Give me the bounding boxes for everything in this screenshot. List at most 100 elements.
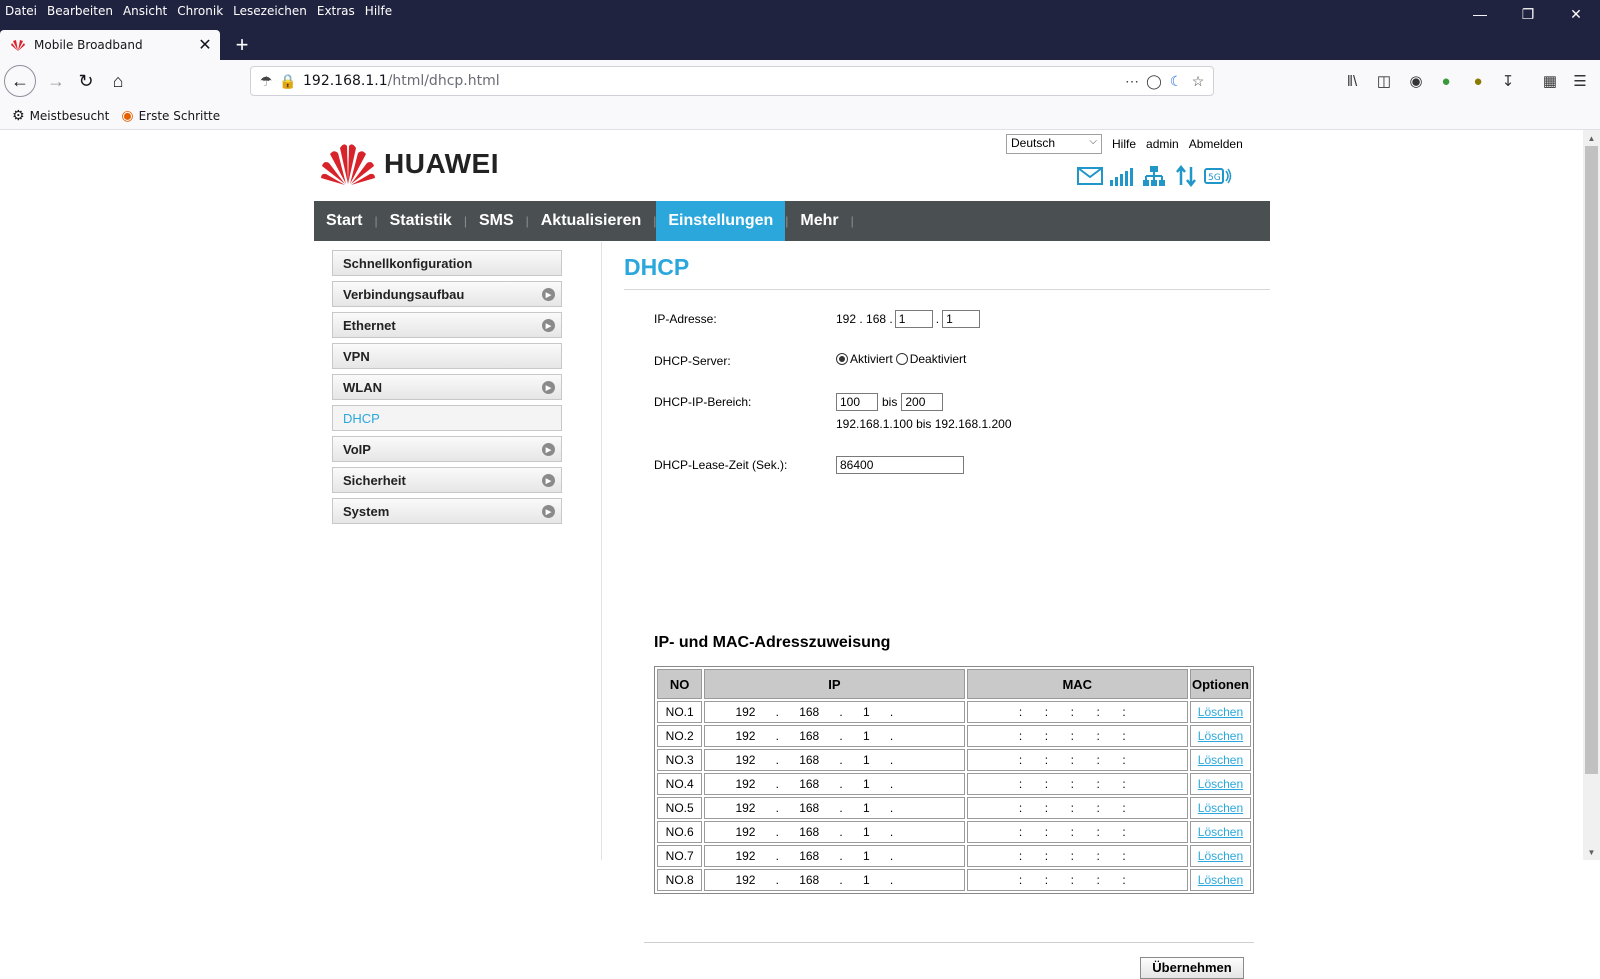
radio-aktiviert[interactable] <box>836 353 848 365</box>
delete-link[interactable]: Löschen <box>1198 705 1243 719</box>
range-start-input[interactable] <box>836 393 878 411</box>
sidebar-item-verbindungsaufbau[interactable]: Verbindungsaufbau ▶ <box>332 281 562 307</box>
hamburger-menu-icon[interactable]: ☰ <box>1568 70 1592 92</box>
menu-lesezeichen[interactable]: Lesezeichen <box>228 0 312 22</box>
ip-third-octet-input[interactable] <box>894 310 933 328</box>
sidebar-item-schnellkonfiguration[interactable]: Schnellkonfiguration <box>332 250 562 276</box>
help-link[interactable]: Hilfe <box>1112 137 1136 151</box>
ip-octet[interactable]: 1 <box>863 849 870 863</box>
downloads-icon[interactable]: ↧ <box>1496 70 1520 92</box>
delete-link[interactable]: Löschen <box>1198 729 1243 743</box>
url-bar[interactable]: ☂ 🔒 192.168.1.1/html/dhcp.html ⋯ ◯ ☾ ☆ <box>250 66 1214 96</box>
ip-octet[interactable] <box>913 825 933 839</box>
sidebar-item-dhcp[interactable]: DHCP <box>332 405 562 431</box>
new-tab-icon[interactable]: + <box>230 32 254 58</box>
delete-link[interactable]: Löschen <box>1198 873 1243 887</box>
radio-deaktiviert[interactable] <box>895 353 908 365</box>
close-tab-icon[interactable]: ✕ <box>194 35 216 55</box>
ip-octet[interactable]: 1 <box>863 801 870 815</box>
ip-octet[interactable]: 168 <box>799 873 819 887</box>
ip-octet[interactable] <box>913 777 933 791</box>
menu-datei[interactable]: Datei <box>0 0 42 22</box>
delete-link[interactable]: Löschen <box>1198 825 1243 839</box>
ip-octet[interactable] <box>913 873 933 887</box>
ip-octet[interactable]: 168 <box>799 705 819 719</box>
ip-octet[interactable]: 192 <box>735 753 755 767</box>
scrollbar-thumb[interactable] <box>1585 146 1598 774</box>
sidebar-item-system[interactable]: System ▶ <box>332 498 562 524</box>
ip-octet[interactable]: 192 <box>735 729 755 743</box>
delete-link[interactable]: Löschen <box>1198 801 1243 815</box>
row-mac[interactable]: ::::: <box>966 749 1188 771</box>
ip-octet[interactable]: 1 <box>863 729 870 743</box>
row-mac[interactable]: ::::: <box>966 725 1188 747</box>
row-mac[interactable]: ::::: <box>966 821 1188 843</box>
menu-ansicht[interactable]: Ansicht <box>118 0 172 22</box>
ip-octet[interactable]: 1 <box>863 705 870 719</box>
ip-octet[interactable]: 192 <box>735 777 755 791</box>
ip-octet[interactable]: 192 <box>735 873 755 887</box>
reload-icon[interactable]: ↻ <box>70 65 102 97</box>
delete-link[interactable]: Löschen <box>1198 753 1243 767</box>
forward-icon[interactable]: → <box>40 65 72 97</box>
account-icon[interactable]: ◉ <box>1404 70 1428 92</box>
ip-octet[interactable]: 168 <box>799 849 819 863</box>
home-icon[interactable]: ⌂ <box>102 65 134 97</box>
bookmark-erste-schritte[interactable]: ◉ Erste Schritte <box>121 108 220 124</box>
ip-octet[interactable]: 192 <box>735 849 755 863</box>
sidebar-item-wlan[interactable]: WLAN ▶ <box>332 374 562 400</box>
addon-warning-icon[interactable]: ● <box>1466 70 1490 92</box>
ip-octet[interactable]: 192 <box>735 705 755 719</box>
ip-octet[interactable]: 168 <box>799 729 819 743</box>
vertical-scrollbar[interactable]: ▲ ▼ <box>1583 130 1600 860</box>
scroll-up-icon[interactable]: ▲ <box>1583 130 1600 146</box>
restore-icon[interactable]: ❐ <box>1504 0 1552 28</box>
more-actions-icon[interactable]: ⋯ <box>1121 70 1143 92</box>
ip-octet[interactable]: 1 <box>863 753 870 767</box>
back-icon[interactable]: ← <box>4 65 36 97</box>
range-end-input[interactable] <box>901 393 944 411</box>
row-mac[interactable]: ::::: <box>966 701 1188 723</box>
sidebar-item-ethernet[interactable]: Ethernet ▶ <box>332 312 562 338</box>
menu-extras[interactable]: Extras <box>312 0 360 22</box>
extensions-icon[interactable]: ▦ <box>1538 70 1562 92</box>
ip-octet[interactable] <box>913 729 933 743</box>
tab-mobile-broadband[interactable]: Mobile Broadband ✕ <box>0 30 220 60</box>
ip-octet[interactable]: 192 <box>735 825 755 839</box>
scroll-down-icon[interactable]: ▼ <box>1583 844 1600 860</box>
row-mac[interactable]: ::::: <box>966 845 1188 867</box>
ip-fourth-octet-input[interactable] <box>942 310 981 328</box>
nav-mehr[interactable]: Mehr <box>788 201 850 241</box>
sidebar-item-voip[interactable]: VoIP ▶ <box>332 436 562 462</box>
ip-octet[interactable] <box>913 705 933 719</box>
mail-icon[interactable] <box>1074 164 1106 188</box>
nav-start[interactable]: Start <box>314 201 374 241</box>
nav-statistik[interactable]: Statistik <box>378 201 464 241</box>
sidebar-icon[interactable]: ◫ <box>1372 70 1396 92</box>
ip-octet[interactable]: 192 <box>735 801 755 815</box>
menu-chronik[interactable]: Chronik <box>172 0 228 22</box>
ip-octet[interactable] <box>913 849 933 863</box>
nav-aktualisieren[interactable]: Aktualisieren <box>529 201 653 241</box>
nav-einstellungen[interactable]: Einstellungen <box>656 201 786 241</box>
close-window-icon[interactable]: ✕ <box>1552 0 1600 28</box>
ip-octet[interactable]: 168 <box>799 801 819 815</box>
menu-bearbeiten[interactable]: Bearbeiten <box>42 0 118 22</box>
row-mac[interactable]: ::::: <box>966 773 1188 795</box>
globe-addon-icon[interactable]: ● <box>1434 70 1458 92</box>
menu-hilfe[interactable]: Hilfe <box>360 0 397 22</box>
extension-icon[interactable]: ☾ <box>1165 70 1187 92</box>
ip-octet[interactable]: 168 <box>799 753 819 767</box>
lease-time-input[interactable] <box>836 456 964 474</box>
sidebar-item-vpn[interactable]: VPN <box>332 343 562 369</box>
insecure-lock-icon[interactable]: 🔒 <box>277 70 299 92</box>
row-mac[interactable]: ::::: <box>966 797 1188 819</box>
shield-icon[interactable]: ☂ <box>255 70 277 92</box>
row-mac[interactable]: ::::: <box>966 869 1188 891</box>
minimize-icon[interactable]: — <box>1456 0 1504 28</box>
sidebar-item-sicherheit[interactable]: Sicherheit ▶ <box>332 467 562 493</box>
ip-octet[interactable]: 1 <box>863 777 870 791</box>
nav-sms[interactable]: SMS <box>467 201 526 241</box>
ip-octet[interactable] <box>913 801 933 815</box>
logout-link[interactable]: Abmelden <box>1189 137 1243 151</box>
